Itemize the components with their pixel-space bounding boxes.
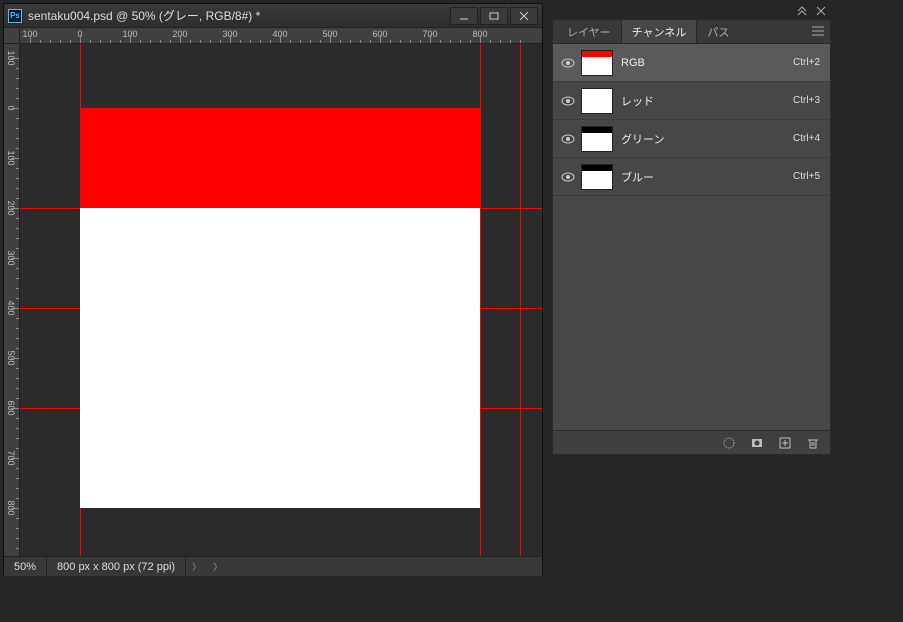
channel-row[interactable]: ブルーCtrl+5 <box>553 158 830 196</box>
visibility-eye-icon[interactable] <box>559 58 577 68</box>
canvas[interactable] <box>80 108 480 508</box>
channel-name: グリーン <box>621 131 793 147</box>
new-channel-icon[interactable] <box>778 436 792 450</box>
status-bar: 50% 800 px x 800 px (72 ppi) 〉 〉 <box>4 556 542 576</box>
channel-shortcut: Ctrl+2 <box>793 57 824 68</box>
ruler-corner[interactable] <box>4 28 20 44</box>
ruler-horizontal[interactable]: 1000100200300400500600700800 <box>20 28 542 44</box>
document-title: sentaku004.psd @ 50% (グレー, RGB/8#) * <box>28 7 450 24</box>
channel-thumbnail <box>581 50 613 76</box>
tab-channels[interactable]: チャンネル <box>621 19 698 43</box>
ruler-vertical[interactable]: 1000100200300400500600700800 <box>4 44 20 556</box>
panels-dock: レイヤー チャンネル パス RGBCtrl+2レッドCtrl+3グリーンCtrl… <box>552 3 831 455</box>
minimize-button[interactable] <box>450 7 478 25</box>
channel-row[interactable]: グリーンCtrl+4 <box>553 120 830 158</box>
panel-collapse-bar <box>552 3 831 19</box>
tab-layers[interactable]: レイヤー <box>557 20 621 43</box>
document-titlebar[interactable]: Ps sentaku004.psd @ 50% (グレー, RGB/8#) * <box>4 4 542 28</box>
window-buttons <box>450 7 538 25</box>
channel-shortcut: Ctrl+3 <box>793 95 824 106</box>
document-dimensions[interactable]: 800 px x 800 px (72 ppi) <box>47 557 186 576</box>
guide-vertical[interactable] <box>520 44 521 556</box>
canvas-area[interactable] <box>20 44 542 556</box>
visibility-eye-icon[interactable] <box>559 172 577 182</box>
channel-thumbnail <box>581 164 613 190</box>
status-more-icon[interactable]: 〉 <box>186 560 207 573</box>
save-selection-icon[interactable] <box>750 436 764 450</box>
channels-panel: レイヤー チャンネル パス RGBCtrl+2レッドCtrl+3グリーンCtrl… <box>552 19 831 455</box>
status-more-icon[interactable]: 〉 <box>207 560 228 573</box>
panel-tabs: レイヤー チャンネル パス <box>553 20 830 44</box>
load-selection-icon[interactable] <box>722 436 736 450</box>
panel-footer <box>553 430 830 454</box>
channel-shortcut: Ctrl+4 <box>793 133 824 144</box>
channel-row[interactable]: レッドCtrl+3 <box>553 82 830 120</box>
channel-name: レッド <box>621 93 793 109</box>
trash-icon[interactable] <box>806 436 820 450</box>
channel-name: RGB <box>621 57 793 69</box>
guide-vertical[interactable] <box>480 44 481 556</box>
collapse-icon[interactable] <box>795 5 807 17</box>
zoom-level[interactable]: 50% <box>4 557 47 576</box>
maximize-button[interactable] <box>480 7 508 25</box>
photoshop-icon: Ps <box>8 9 22 23</box>
close-button[interactable] <box>510 7 538 25</box>
channel-shortcut: Ctrl+5 <box>793 171 824 182</box>
close-panel-icon[interactable] <box>815 5 827 17</box>
tab-paths[interactable]: パス <box>697 20 739 43</box>
canvas-red-region <box>80 108 480 208</box>
channel-thumbnail <box>581 88 613 114</box>
channel-name: ブルー <box>621 169 793 185</box>
channel-thumbnail <box>581 126 613 152</box>
channel-list: RGBCtrl+2レッドCtrl+3グリーンCtrl+4ブルーCtrl+5 <box>553 44 830 430</box>
visibility-eye-icon[interactable] <box>559 96 577 106</box>
visibility-eye-icon[interactable] <box>559 134 577 144</box>
document-window: Ps sentaku004.psd @ 50% (グレー, RGB/8#) * … <box>3 3 543 575</box>
channel-row[interactable]: RGBCtrl+2 <box>553 44 830 82</box>
document-body: 1000100200300400500600700800 10001002003… <box>4 28 542 556</box>
panel-menu-icon[interactable] <box>806 22 830 43</box>
